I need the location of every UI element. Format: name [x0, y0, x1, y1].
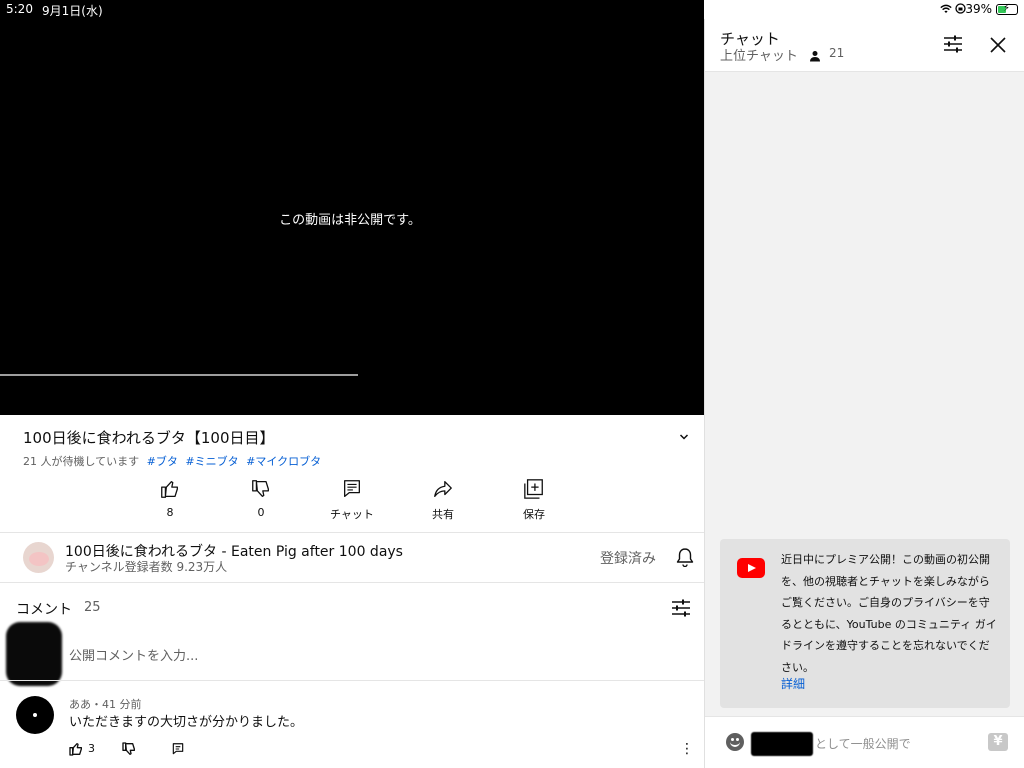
comment-like-count: 3	[88, 742, 95, 755]
bell-icon[interactable]	[676, 547, 694, 571]
like-count: 8	[166, 506, 174, 519]
video-title-row[interactable]: 100日後に食われるブタ【100日目】	[23, 427, 703, 448]
comments-heading: コメント	[16, 602, 72, 618]
save-label: 保存	[523, 508, 545, 521]
reply-icon[interactable]	[171, 741, 185, 760]
private-video-message: この動画は非公開です。	[279, 213, 421, 228]
sort-icon[interactable]	[671, 599, 691, 621]
hashtag-link[interactable]: #ミニブタ	[185, 455, 238, 468]
share-icon	[434, 481, 452, 497]
progress-bar[interactable]	[0, 374, 358, 376]
divider	[0, 680, 704, 681]
share-button[interactable]: 共有	[413, 478, 473, 522]
comment-author: ああ・41 分前	[69, 698, 142, 711]
emoji-icon[interactable]	[726, 733, 744, 751]
redacted-username	[751, 732, 813, 756]
divider	[0, 532, 704, 533]
add-to-playlist-icon	[524, 479, 543, 499]
person-icon	[809, 47, 821, 66]
premiere-notice-text: 近日中にプレミア公開！この動画の初公開を、他の視聴者とチャットを楽しみながらご覧…	[781, 553, 997, 674]
thumbs-up-icon	[161, 481, 178, 498]
video-meta: 21 人が待機しています #ブタ #ミニブタ #マイクロブタ	[23, 453, 321, 469]
chat-input-placeholder[interactable]: として一般公開で	[815, 735, 911, 752]
chat-label: チャット	[330, 508, 374, 521]
status-date: 9月1日(水)	[42, 4, 103, 18]
chat-viewer-count: 21	[829, 46, 845, 60]
live-chat-panel: チャット 上位チャット 21 近日中にプレミア公開！この動画の初公開を、他の視聴…	[704, 19, 1024, 768]
wifi-icon	[940, 3, 952, 17]
status-bar: 5:20 9月1日(水)	[0, 0, 704, 19]
user-avatar	[6, 622, 62, 686]
hashtag-link[interactable]: #マイクロブタ	[246, 455, 321, 468]
close-icon[interactable]	[989, 36, 1007, 58]
chat-button[interactable]: チャット	[322, 478, 382, 522]
dislike-button[interactable]: 0	[231, 478, 291, 519]
thumbs-up-icon[interactable]	[68, 741, 84, 761]
video-title: 100日後に食われるブタ【100日目】	[23, 429, 275, 447]
dislike-count: 0	[257, 506, 265, 519]
action-bar: 8 0 チャット 共有 保存	[0, 478, 704, 528]
chat-input-bar[interactable]: として一般公開で ¥	[705, 716, 1024, 768]
hashtag-link[interactable]: #ブタ	[147, 455, 178, 468]
waiting-count: 21 人が待機しています	[23, 455, 140, 468]
chevron-down-icon[interactable]	[678, 428, 690, 440]
chat-header: チャット 上位チャット 21	[705, 19, 1024, 72]
like-button[interactable]: 8	[140, 478, 200, 519]
thumbs-down-icon[interactable]	[121, 741, 137, 761]
chat-mode-selector[interactable]: 上位チャット	[720, 45, 798, 64]
status-bar-right: 39% ⚡	[704, 0, 1024, 19]
super-chat-icon[interactable]: ¥	[988, 733, 1008, 751]
learn-more-link[interactable]: 詳細	[781, 675, 805, 692]
comments-count: 25	[84, 600, 101, 615]
channel-avatar[interactable]	[23, 542, 54, 573]
save-button[interactable]: 保存	[504, 478, 564, 522]
comment-input[interactable]: 公開コメントを入力...	[69, 645, 198, 664]
more-options-icon[interactable]: ⋮	[680, 741, 694, 757]
battery-icon: ⚡	[996, 3, 1018, 15]
divider	[0, 582, 704, 583]
thumbs-down-icon	[252, 480, 269, 497]
youtube-logo-icon	[737, 558, 765, 578]
avatar[interactable]	[16, 696, 54, 734]
premiere-notice: 近日中にプレミア公開！この動画の初公開を、他の視聴者とチャットを楽しみながらご覧…	[720, 539, 1010, 708]
subscribed-button[interactable]: 登録済み	[600, 548, 656, 568]
comment-text: いただきますの大切さが分かりました。	[69, 715, 304, 730]
video-player[interactable]: この動画は非公開です。	[0, 19, 704, 415]
battery-percent: 39%	[965, 2, 992, 16]
status-time: 5:20	[6, 2, 33, 16]
subscriber-count: チャンネル登録者数 9.23万人	[65, 560, 228, 574]
settings-sliders-icon[interactable]	[943, 35, 963, 57]
share-label: 共有	[432, 508, 454, 521]
chat-icon	[344, 480, 360, 497]
